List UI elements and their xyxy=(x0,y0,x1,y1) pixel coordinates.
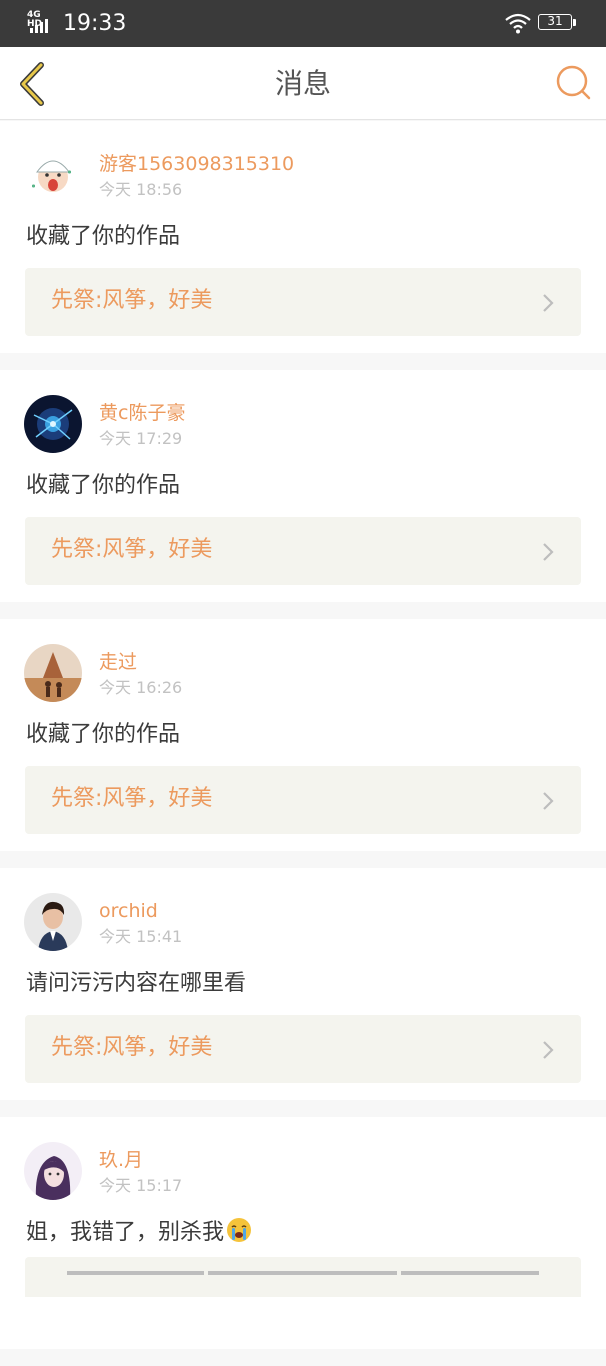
user-name[interactable]: 走过 xyxy=(99,649,137,675)
message-time: 今天 18:56 xyxy=(99,180,183,199)
message-time: 今天 15:17 xyxy=(99,1176,183,1195)
avatar[interactable] xyxy=(24,146,82,204)
search-icon[interactable] xyxy=(554,63,594,103)
work-link[interactable]: 先祭:风筝，好美 xyxy=(25,766,581,834)
message-item: orchid 今天 15:41 请问污污内容在哪里看 先祭:风筝，好美 xyxy=(0,868,606,1100)
message-text-content: 姐，我错了，别杀我 xyxy=(26,1220,225,1245)
user-name[interactable]: 黄c陈子豪 xyxy=(99,400,185,426)
message-text: 姐，我错了，别杀我 xyxy=(26,1217,252,1249)
message-text: 收藏了你的作品 xyxy=(26,722,181,747)
message-item: 游客1563098315310 今天 18:56 收藏了你的作品 先祭:风筝，好… xyxy=(0,121,606,353)
chevron-right-icon xyxy=(543,294,554,312)
message-text: 请问污污内容在哪里看 xyxy=(26,971,247,996)
avatar[interactable] xyxy=(24,1142,82,1200)
header: 消息 xyxy=(0,47,606,120)
signal-icon: 4G HD xyxy=(27,11,55,33)
status-bar: 4G HD 19:33 31 xyxy=(0,0,606,47)
message-time: 今天 17:29 xyxy=(99,429,183,448)
work-title: 先祭:风筝，好美 xyxy=(51,537,213,562)
avatar[interactable] xyxy=(24,644,82,702)
chevron-right-icon xyxy=(543,792,554,810)
work-link[interactable]: 先祭:风筝，好美 xyxy=(25,517,581,585)
message-text: 收藏了你的作品 xyxy=(26,224,181,249)
user-name[interactable]: 玖.月 xyxy=(99,1147,143,1173)
wifi-icon xyxy=(505,13,531,34)
message-time: 今天 16:26 xyxy=(99,678,183,697)
work-link[interactable]: 先祭:风筝，好美 xyxy=(25,1015,581,1083)
message-list: 游客1563098315310 今天 18:56 收藏了你的作品 先祭:风筝，好… xyxy=(0,121,606,1366)
status-time: 19:33 xyxy=(63,11,127,36)
message-item: 走过 今天 16:26 收藏了你的作品 先祭:风筝，好美 xyxy=(0,619,606,851)
chevron-right-icon xyxy=(543,543,554,561)
user-name[interactable]: orchid xyxy=(99,898,158,924)
message-time: 今天 15:41 xyxy=(99,927,183,946)
message-item: 黄c陈子豪 今天 17:29 收藏了你的作品 先祭:风筝，好美 xyxy=(0,370,606,602)
avatar[interactable] xyxy=(24,395,82,453)
chevron-right-icon xyxy=(543,1041,554,1059)
work-title: 先祭:风筝，好美 xyxy=(51,1035,213,1060)
avatar[interactable] xyxy=(24,893,82,951)
crying-face-emoji xyxy=(227,1218,252,1242)
work-title: 先祭:风筝，好美 xyxy=(51,786,213,811)
work-link[interactable]: 先祭:风筝，好美 xyxy=(25,268,581,336)
message-item: 玖.月 今天 15:17 姐，我错了，别杀我 xyxy=(0,1117,606,1349)
message-text: 收藏了你的作品 xyxy=(26,473,181,498)
image-preview-strip[interactable] xyxy=(25,1257,581,1297)
user-name[interactable]: 游客1563098315310 xyxy=(99,151,294,177)
battery-icon: 31 xyxy=(538,14,576,32)
battery-level: 31 xyxy=(538,14,572,30)
work-title: 先祭:风筝，好美 xyxy=(51,288,213,313)
page-title: 消息 xyxy=(274,67,331,100)
